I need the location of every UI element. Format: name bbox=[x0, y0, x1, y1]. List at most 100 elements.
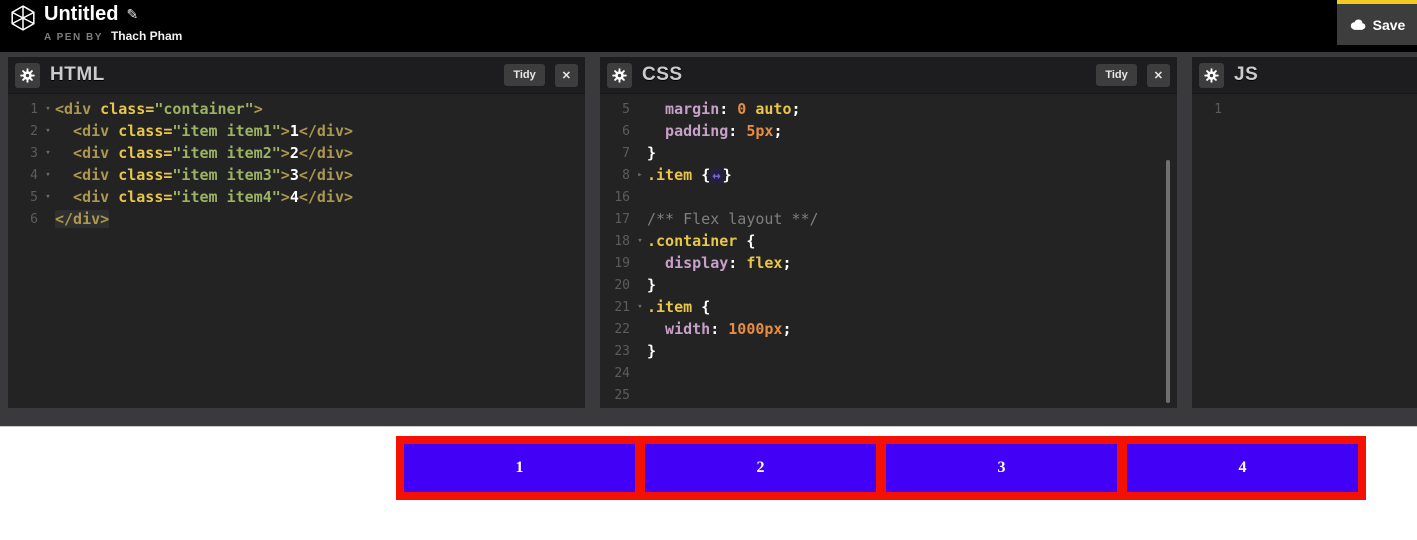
fold-toggle-icon[interactable]: ▾ bbox=[41, 126, 55, 136]
fold-toggle-icon[interactable]: ▸ bbox=[633, 170, 647, 180]
byline-prefix: A PEN BY bbox=[44, 32, 103, 43]
save-button[interactable]: Save bbox=[1337, 0, 1417, 45]
html-code-line[interactable]: 3 ▾ <div class="item item2">2</div> bbox=[8, 142, 585, 164]
html-code-area[interactable]: 1 ▾ <div class="container"> 2 ▾ <div class="… bbox=[8, 94, 585, 230]
js-panel-title: JS bbox=[1234, 64, 1259, 85]
line-number: 17 bbox=[614, 211, 630, 227]
html-code-line[interactable]: 5 ▾ <div class="item item4">4</div> bbox=[8, 186, 585, 208]
fold-toggle-icon[interactable]: ▾ bbox=[633, 236, 647, 246]
css-code-line[interactable]: 24 bbox=[600, 362, 1177, 384]
css-code-line[interactable]: 22 width: 1000px; bbox=[600, 318, 1177, 340]
html-code-line[interactable]: 6 </div> bbox=[8, 208, 585, 230]
line-number: 3 bbox=[30, 145, 38, 161]
editors-section: HTML Tidy ✕ 1 ▾ <div class="container"> 2 ▾ … bbox=[0, 52, 1417, 427]
css-code-line[interactable]: 6 padding: 5px; bbox=[600, 120, 1177, 142]
css-code-line[interactable]: 21 ▾ .item { bbox=[600, 296, 1177, 318]
byline: A PEN BY Thach Pham bbox=[44, 29, 182, 43]
css-code-line[interactable]: 25 bbox=[600, 384, 1177, 406]
js-editor-panel: JS 1 bbox=[1192, 57, 1417, 408]
css-tidy-button[interactable]: Tidy bbox=[1096, 64, 1137, 86]
code-text: .item {↔} bbox=[647, 166, 732, 184]
line-number: 16 bbox=[614, 189, 630, 205]
code-text: </div> bbox=[55, 210, 110, 228]
fold-toggle-icon[interactable]: ▾ bbox=[41, 148, 55, 158]
fold-toggle-icon[interactable]: ▾ bbox=[41, 104, 55, 114]
line-number: 1 bbox=[30, 101, 38, 117]
preview-flex-item: 3 bbox=[886, 444, 1117, 492]
css-code-line[interactable]: 17 /** Flex layout **/ bbox=[600, 208, 1177, 230]
preview-flex-item: 2 bbox=[645, 444, 876, 492]
html-panel-header: HTML Tidy ✕ bbox=[8, 57, 585, 94]
js-panel-header: JS bbox=[1192, 57, 1417, 94]
cloud-icon bbox=[1350, 19, 1366, 30]
code-text: margin: 0 auto; bbox=[647, 100, 801, 118]
codepen-logo-icon[interactable] bbox=[10, 5, 36, 36]
html-editor-panel: HTML Tidy ✕ 1 ▾ <div class="container"> 2 ▾ … bbox=[8, 57, 585, 408]
html-code-line[interactable]: 4 ▾ <div class="item item3">3</div> bbox=[8, 164, 585, 186]
code-text: <div class="item item1">1</div> bbox=[55, 122, 354, 140]
css-code-line[interactable]: 23} bbox=[600, 340, 1177, 362]
css-scrollbar-thumb[interactable] bbox=[1166, 160, 1170, 403]
code-text: padding: 5px; bbox=[647, 122, 783, 140]
html-code-line[interactable]: 2 ▾ <div class="item item1">1</div> bbox=[8, 120, 585, 142]
css-code-line[interactable]: 16 bbox=[600, 186, 1177, 208]
line-number: 21 bbox=[614, 299, 630, 315]
js-settings-gear-icon[interactable] bbox=[1199, 62, 1224, 88]
pen-title: Untitled bbox=[44, 2, 119, 25]
codepen-editor-page: Untitled ✎ A PEN BY Thach Pham Save HTML… bbox=[0, 0, 1417, 540]
html-settings-gear-icon[interactable] bbox=[15, 62, 40, 88]
preview-flex-item: 4 bbox=[1127, 444, 1358, 492]
line-number: 23 bbox=[614, 343, 630, 359]
css-code-area[interactable]: 5 margin: 0 auto; 6 padding: 5px; 7} 8 ▸ .ite… bbox=[600, 94, 1177, 406]
preview-flex-container: 1234 bbox=[396, 436, 1366, 500]
line-number: 1 bbox=[1214, 101, 1222, 117]
css-code-line[interactable]: 8 ▸ .item {↔} bbox=[600, 164, 1177, 186]
line-number: 5 bbox=[622, 101, 630, 117]
save-button-label: Save bbox=[1372, 16, 1406, 33]
line-number: 22 bbox=[614, 321, 630, 337]
html-panel-title: HTML bbox=[50, 64, 105, 85]
html-tidy-button[interactable]: Tidy bbox=[504, 64, 545, 86]
code-text: .item { bbox=[647, 298, 711, 316]
code-text: } bbox=[647, 144, 657, 162]
code-text: <div class="item item2">2</div> bbox=[55, 144, 354, 162]
top-header-bar: Untitled ✎ A PEN BY Thach Pham Save bbox=[0, 0, 1417, 52]
css-code-line[interactable]: 7} bbox=[600, 142, 1177, 164]
code-text: display: flex; bbox=[647, 254, 792, 272]
css-code-line[interactable]: 5 margin: 0 auto; bbox=[600, 98, 1177, 120]
code-text: .container { bbox=[647, 232, 756, 250]
css-close-icon[interactable]: ✕ bbox=[1146, 63, 1170, 87]
code-text: } bbox=[647, 342, 657, 360]
line-number: 8 bbox=[622, 167, 630, 183]
code-text: <div class="container"> bbox=[55, 100, 263, 118]
css-panel-title: CSS bbox=[642, 64, 683, 85]
js-code-area[interactable]: 1 bbox=[1192, 94, 1417, 120]
fold-toggle-icon[interactable]: ▾ bbox=[633, 302, 647, 312]
line-number: 7 bbox=[622, 145, 630, 161]
fold-toggle-icon[interactable]: ▾ bbox=[41, 170, 55, 180]
line-number: 5 bbox=[30, 189, 38, 205]
css-code-line[interactable]: 20} bbox=[600, 274, 1177, 296]
line-number: 6 bbox=[622, 123, 630, 139]
code-text: width: 1000px; bbox=[647, 320, 792, 338]
live-preview-area: 1234 bbox=[0, 427, 1417, 539]
html-code-line[interactable]: 1 ▾ <div class="container"> bbox=[8, 98, 585, 120]
css-code-line[interactable]: 19 display: flex; bbox=[600, 252, 1177, 274]
code-text: <div class="item item3">3</div> bbox=[55, 166, 354, 184]
folded-code-widget-icon[interactable]: ↔ bbox=[710, 168, 723, 184]
edit-title-pencil-icon[interactable]: ✎ bbox=[126, 6, 138, 23]
line-number: 24 bbox=[614, 365, 630, 381]
html-close-icon[interactable]: ✕ bbox=[554, 63, 578, 87]
line-number: 6 bbox=[30, 211, 38, 227]
pen-title-block: Untitled ✎ A PEN BY Thach Pham bbox=[44, 0, 182, 44]
css-settings-gear-icon[interactable] bbox=[607, 62, 632, 88]
css-code-line[interactable]: 18 ▾ .container { bbox=[600, 230, 1177, 252]
author-name[interactable]: Thach Pham bbox=[111, 29, 182, 43]
line-number: 18 bbox=[614, 233, 630, 249]
line-number: 2 bbox=[30, 123, 38, 139]
fold-toggle-icon[interactable]: ▾ bbox=[41, 192, 55, 202]
line-number: 20 bbox=[614, 277, 630, 293]
js-code-line[interactable]: 1 bbox=[1192, 98, 1417, 120]
css-panel-header: CSS Tidy ✕ bbox=[600, 57, 1177, 94]
line-number: 25 bbox=[614, 387, 630, 403]
